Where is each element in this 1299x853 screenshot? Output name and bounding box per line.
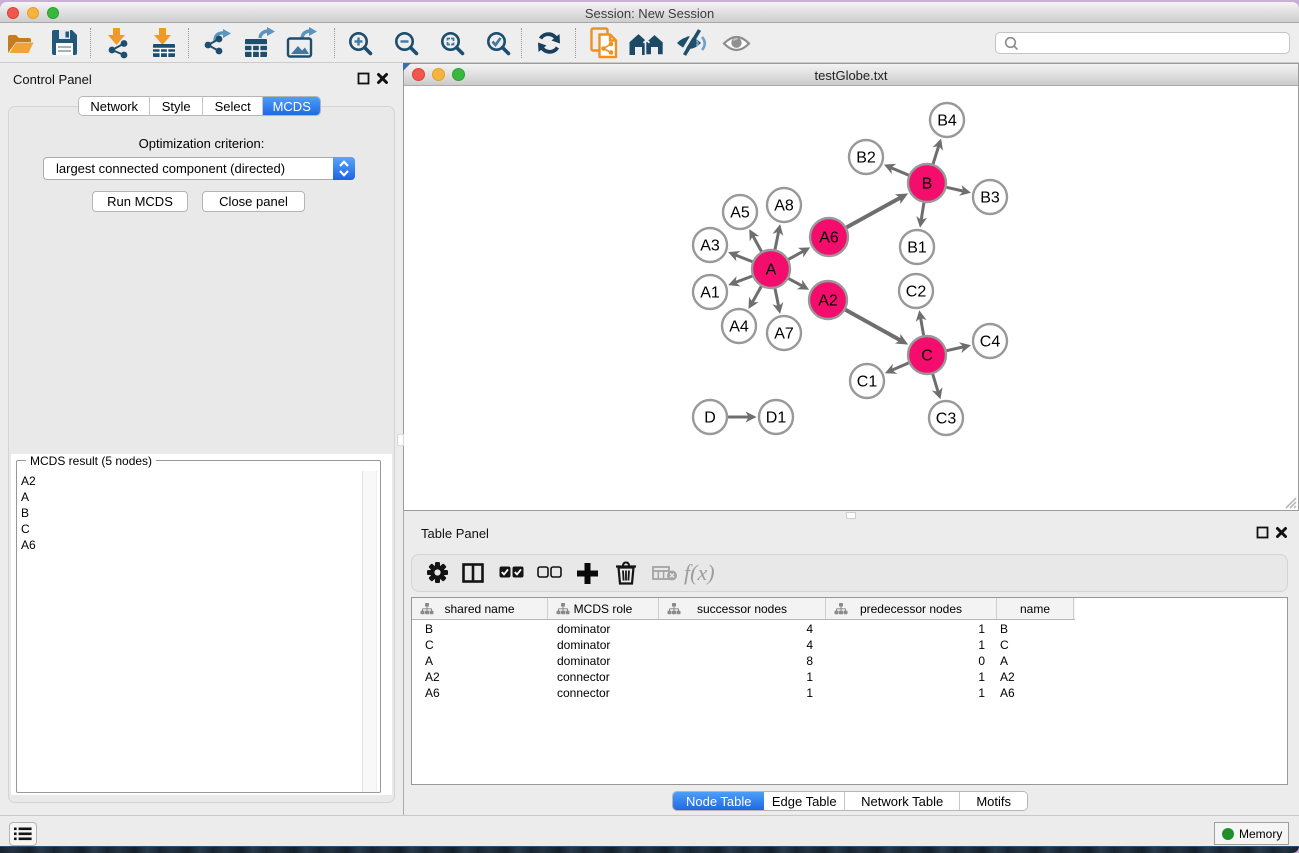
svg-text:C: C	[921, 348, 933, 365]
svg-text:A1: A1	[700, 285, 720, 302]
svg-text:B3: B3	[980, 190, 1000, 207]
svg-text:A5: A5	[730, 205, 750, 222]
svg-text:A6: A6	[819, 230, 839, 247]
svg-text:B: B	[922, 176, 933, 193]
svg-text:C2: C2	[906, 284, 927, 301]
svg-text:C3: C3	[936, 411, 957, 428]
svg-text:D1: D1	[766, 410, 787, 427]
svg-text:C1: C1	[857, 374, 878, 391]
svg-text:D: D	[704, 410, 716, 427]
svg-text:C4: C4	[980, 334, 1001, 351]
svg-text:A7: A7	[774, 326, 794, 343]
svg-text:B2: B2	[856, 150, 876, 167]
svg-text:A4: A4	[729, 319, 749, 336]
svg-text:B1: B1	[907, 240, 927, 257]
svg-text:A: A	[766, 262, 777, 279]
svg-text:B4: B4	[937, 113, 957, 130]
svg-text:A3: A3	[700, 238, 720, 255]
svg-text:A8: A8	[774, 198, 794, 215]
svg-text:A2: A2	[818, 293, 838, 310]
